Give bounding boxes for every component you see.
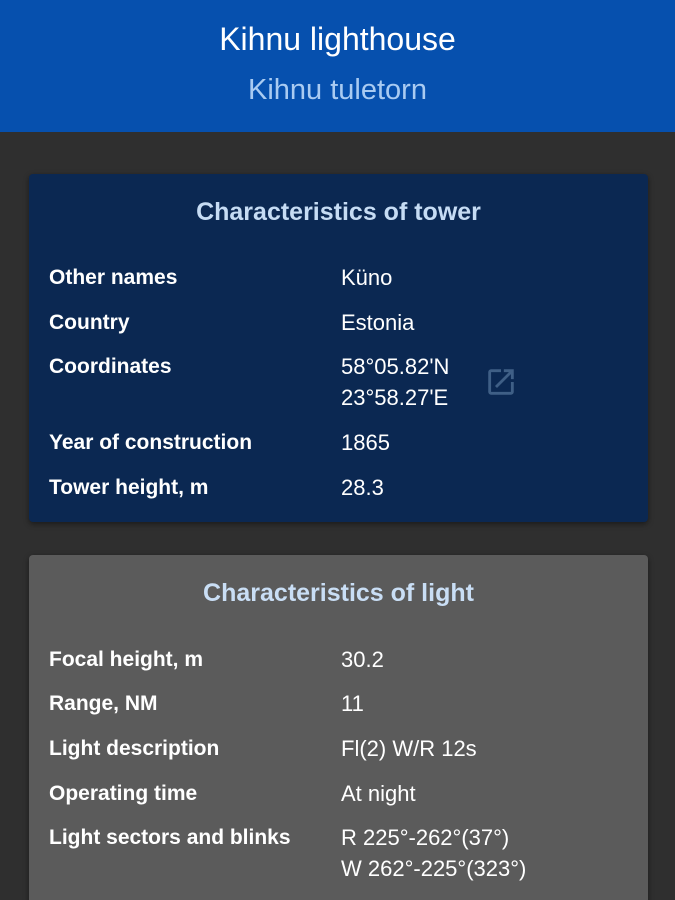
sector-red: R 225°-262°(37°) [341,825,510,850]
light-card-heading: Characteristics of light [203,579,474,607]
row-value: 30.2 [341,647,384,672]
tower-characteristics-card: Characteristics of tower Other names Kün… [29,174,648,522]
row-label: Focal height, m [49,648,204,671]
lighthouse-local-name: Kihnu tuletorn [248,74,427,106]
row-label: Light description [49,737,220,760]
row-value: At night [341,781,416,806]
row-value: 11 [341,691,364,716]
row-value: 1865 [341,430,390,455]
tower-card-heading: Characteristics of tower [196,198,481,226]
row-label: Operating time [49,782,198,805]
row-value: Estonia [341,310,415,335]
lighthouse-name: Kihnu lighthouse [219,21,456,57]
row-value: 28.3 [341,475,384,500]
row-label: Year of construction [49,431,253,454]
coordinates-latitude: 58°05.82'N [341,354,450,379]
row-label: Country [49,311,130,334]
row-value: Fl(2) W/R 12s [341,736,477,761]
row-label: Coordinates [49,355,172,378]
row-label: Range, NM [49,692,158,715]
coordinates-longitude: 23°58.27'E [341,385,449,410]
row-label: Tower height, m [49,476,209,499]
sector-white: W 262°-225°(323°) [341,856,527,881]
open-in-new-icon[interactable] [484,365,518,399]
light-characteristics-card: Characteristics of light Focal height, m… [29,555,648,900]
row-value: Küno [341,265,393,290]
row-label: Light sectors and blinks [49,826,291,849]
app-header: Kihnu lighthouse Kihnu tuletorn [0,0,675,132]
row-label: Other names [49,266,178,289]
